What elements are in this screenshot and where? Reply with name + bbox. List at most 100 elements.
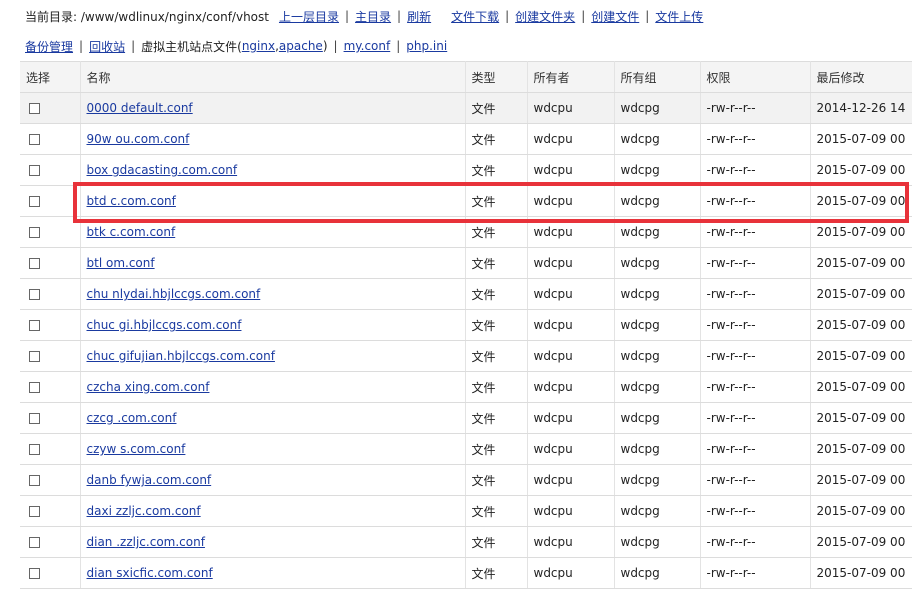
row-select-cell	[20, 92, 81, 124]
file-name-link[interactable]: chuc gifujian.hbjlccgs.com.conf	[87, 349, 275, 363]
row-checkbox[interactable]	[29, 444, 40, 455]
row-checkbox[interactable]	[29, 382, 40, 393]
file-permissions-cell: -rw-r--r--	[700, 433, 811, 465]
backup-management-link[interactable]: 备份管理	[25, 38, 73, 55]
file-modified-cell: 2015-07-09 00	[810, 123, 912, 155]
table-row: btd c.com.conf 文件 wdcpu wdcpg -rw-r--r-- 2015…	[20, 185, 912, 217]
row-checkbox[interactable]	[29, 103, 40, 114]
file-name-link[interactable]: box gdacasting.com.conf	[87, 163, 238, 177]
file-permissions-cell: -rw-r--r--	[700, 92, 811, 124]
file-type-cell: 文件	[465, 123, 528, 155]
apache-link[interactable]: apache	[279, 39, 323, 53]
file-permissions-cell: -rw-r--r--	[700, 247, 811, 279]
file-owner-cell: wdcpu	[527, 309, 615, 341]
column-header-name[interactable]: 名称	[80, 61, 466, 93]
table-row: czcg .com.conf 文件 wdcpu wdcpg -rw-r--r-- 2015…	[20, 402, 912, 434]
file-name-link[interactable]: 0000 default.conf	[87, 101, 193, 115]
table-row: 0000 default.conf 文件 wdcpu wdcpg -rw-r--r-- 2…	[20, 92, 912, 124]
file-permissions-cell: -rw-r--r--	[700, 216, 811, 248]
file-table: 选择 名称 类型 所有者 所有组 权限 最后修改 0000 default.co…	[20, 61, 912, 589]
separator: |	[333, 39, 338, 53]
nginx-link[interactable]: nginx	[242, 39, 275, 53]
subbar: 备份管理 | 回收站 | 虚拟主机站点文件(nginx, apache) | my…	[0, 32, 912, 60]
row-select-cell	[20, 123, 81, 155]
php-ini-link[interactable]: php.ini	[406, 39, 447, 53]
row-checkbox[interactable]	[29, 227, 40, 238]
file-permissions-cell: -rw-r--r--	[700, 309, 811, 341]
file-name-link[interactable]: czyw s.com.conf	[87, 442, 186, 456]
file-upload-link[interactable]: 文件上传	[655, 8, 703, 25]
file-modified-cell: 2015-07-09 00	[810, 433, 912, 465]
file-name-link[interactable]: chuc gi.hbjlccgs.com.conf	[87, 318, 242, 332]
row-select-cell	[20, 495, 81, 527]
file-permissions-cell: -rw-r--r--	[700, 402, 811, 434]
file-group-cell: wdcpg	[614, 123, 701, 155]
separator: |	[79, 39, 84, 53]
file-owner-cell: wdcpu	[527, 371, 615, 403]
file-name-link[interactable]: czcha xing.com.conf	[87, 380, 210, 394]
separator: |	[645, 9, 650, 23]
row-checkbox[interactable]	[29, 537, 40, 548]
file-name-link[interactable]: dian sxicfic.com.conf	[87, 566, 213, 580]
file-name-link[interactable]: daxi zzljc.com.conf	[87, 504, 201, 518]
row-checkbox[interactable]	[29, 196, 40, 207]
file-type-cell: 文件	[465, 433, 528, 465]
file-permissions-cell: -rw-r--r--	[700, 154, 811, 186]
row-checkbox[interactable]	[29, 289, 40, 300]
refresh-link[interactable]: 刷新	[407, 8, 431, 25]
row-checkbox[interactable]	[29, 165, 40, 176]
file-owner-cell: wdcpu	[527, 495, 615, 527]
table-row: czyw s.com.conf 文件 wdcpu wdcpg -rw-r--r-- 201…	[20, 433, 912, 465]
file-name-link[interactable]: chu nlydai.hbjlccgs.com.conf	[87, 287, 261, 301]
file-name-cell: box gdacasting.com.conf	[80, 154, 466, 186]
file-name-link[interactable]: czcg .com.conf	[87, 411, 177, 425]
table-row: dian sxicfic.com.conf 文件 wdcpu wdcpg -rw-r--…	[20, 557, 912, 589]
file-name-cell: chu nlydai.hbjlccgs.com.conf	[80, 278, 466, 310]
separator: |	[396, 39, 401, 53]
file-type-cell: 文件	[465, 557, 528, 589]
my-conf-link[interactable]: my.conf	[344, 39, 391, 53]
row-select-cell	[20, 247, 81, 279]
file-name-link[interactable]: btk c.com.conf	[87, 225, 176, 239]
file-owner-cell: wdcpu	[527, 185, 615, 217]
file-permissions-cell: -rw-r--r--	[700, 340, 811, 372]
row-checkbox[interactable]	[29, 568, 40, 579]
file-name-cell: btl om.conf	[80, 247, 466, 279]
vhost-label-end: )	[322, 39, 328, 53]
file-name-cell: 0000 default.conf	[80, 92, 466, 124]
recycle-bin-link[interactable]: 回收站	[89, 38, 125, 55]
column-header-permissions: 权限	[700, 61, 811, 93]
row-checkbox[interactable]	[29, 320, 40, 331]
file-group-cell: wdcpg	[614, 340, 701, 372]
row-checkbox[interactable]	[29, 351, 40, 362]
file-name-link[interactable]: dian .zzljc.com.conf	[87, 535, 205, 549]
row-select-cell	[20, 526, 81, 558]
create-folder-link[interactable]: 创建文件夹	[515, 8, 575, 25]
file-group-cell: wdcpg	[614, 216, 701, 248]
home-directory-link[interactable]: 主目录	[355, 8, 391, 25]
column-header-type: 类型	[465, 61, 528, 93]
file-name-link[interactable]: 90w ou.com.conf	[87, 132, 190, 146]
file-name-cell: dian sxicfic.com.conf	[80, 557, 466, 589]
file-owner-cell: wdcpu	[527, 123, 615, 155]
file-type-cell: 文件	[465, 154, 528, 186]
file-group-cell: wdcpg	[614, 247, 701, 279]
table-row: box gdacasting.com.conf 文件 wdcpu wdcpg -rw-r…	[20, 154, 912, 186]
row-checkbox[interactable]	[29, 506, 40, 517]
row-checkbox[interactable]	[29, 258, 40, 269]
file-owner-cell: wdcpu	[527, 340, 615, 372]
file-name-link[interactable]: danb fywja.com.conf	[87, 473, 212, 487]
parent-directory-link[interactable]: 上一层目录	[279, 8, 339, 25]
row-checkbox[interactable]	[29, 475, 40, 486]
file-download-link[interactable]: 文件下载	[451, 8, 499, 25]
table-row: chu nlydai.hbjlccgs.com.conf 文件 wdcpu wdcpg…	[20, 278, 912, 310]
file-modified-cell: 2015-07-09 00	[810, 247, 912, 279]
separator: |	[131, 39, 136, 53]
row-checkbox[interactable]	[29, 134, 40, 145]
file-type-cell: 文件	[465, 464, 528, 496]
create-file-link[interactable]: 创建文件	[591, 8, 639, 25]
file-name-link[interactable]: btd c.com.conf	[87, 194, 176, 208]
file-modified-cell: 2015-07-09 00	[810, 371, 912, 403]
file-name-link[interactable]: btl om.conf	[87, 256, 155, 270]
row-checkbox[interactable]	[29, 413, 40, 424]
